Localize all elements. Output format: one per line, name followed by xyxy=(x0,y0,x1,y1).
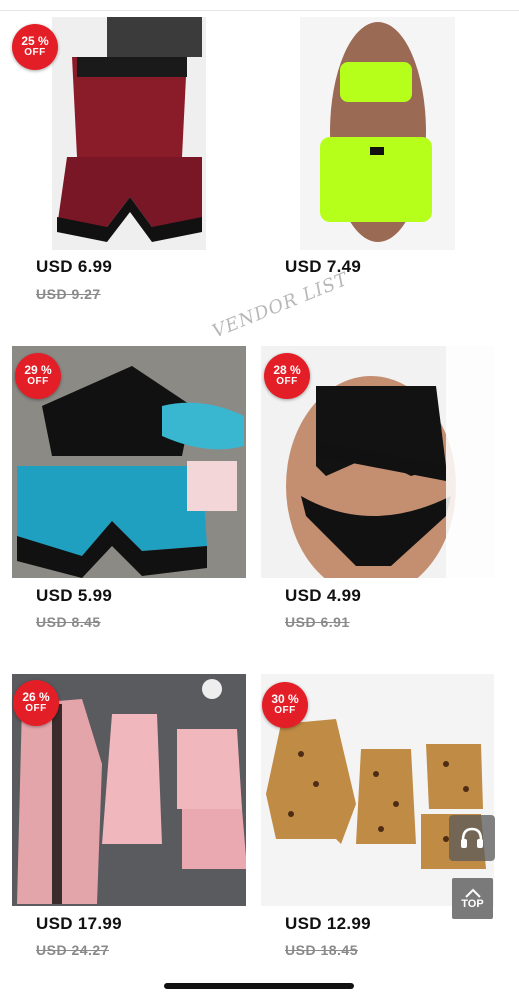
headset-icon xyxy=(461,827,483,848)
product-price: USD 17.99 xyxy=(36,914,122,933)
chevron-up-icon xyxy=(464,888,481,898)
discount-percent: 28 % xyxy=(273,363,301,377)
home-indicator[interactable] xyxy=(164,983,354,989)
product-price: USD 6.99 xyxy=(36,257,113,276)
product-price: USD 5.99 xyxy=(36,586,113,605)
discount-percent: 26 % xyxy=(22,690,50,704)
discount-badge: 30 % OFF xyxy=(262,682,308,728)
original-price: USD 18.45 xyxy=(285,942,358,958)
product-price: USD 4.99 xyxy=(285,586,362,605)
discount-badge: 29 % OFF xyxy=(15,353,61,399)
red-satin-lace-romper-image xyxy=(52,17,206,250)
original-price: USD 8.45 xyxy=(36,614,101,630)
discount-badge: 26 % OFF xyxy=(13,680,59,726)
scroll-top-button[interactable]: TOP xyxy=(452,878,493,919)
neon-green-bra-shorts-set-image xyxy=(300,17,455,250)
product-image[interactable] xyxy=(52,17,206,250)
discount-badge: 25 % OFF xyxy=(12,24,58,70)
discount-off-label: OFF xyxy=(274,705,296,716)
discount-percent: 30 % xyxy=(271,692,299,706)
discount-badge: 28 % OFF xyxy=(264,353,310,399)
original-price: USD 24.27 xyxy=(36,942,109,958)
product-image[interactable] xyxy=(300,17,455,250)
product-price: USD 12.99 xyxy=(285,914,371,933)
product-price: USD 7.49 xyxy=(285,257,362,276)
discount-off-label: OFF xyxy=(25,703,47,714)
discount-off-label: OFF xyxy=(27,376,49,387)
discount-off-label: OFF xyxy=(276,376,298,387)
top-divider xyxy=(0,0,519,11)
customer-support-button[interactable] xyxy=(449,815,495,861)
original-price: USD 6.91 xyxy=(285,614,350,630)
discount-off-label: OFF xyxy=(24,47,46,58)
watermark: VENDOR LIST xyxy=(209,268,352,343)
top-label: TOP xyxy=(461,897,484,910)
discount-percent: 29 % xyxy=(24,363,52,377)
discount-percent: 25 % xyxy=(21,34,49,48)
original-price: USD 9.27 xyxy=(36,286,101,302)
